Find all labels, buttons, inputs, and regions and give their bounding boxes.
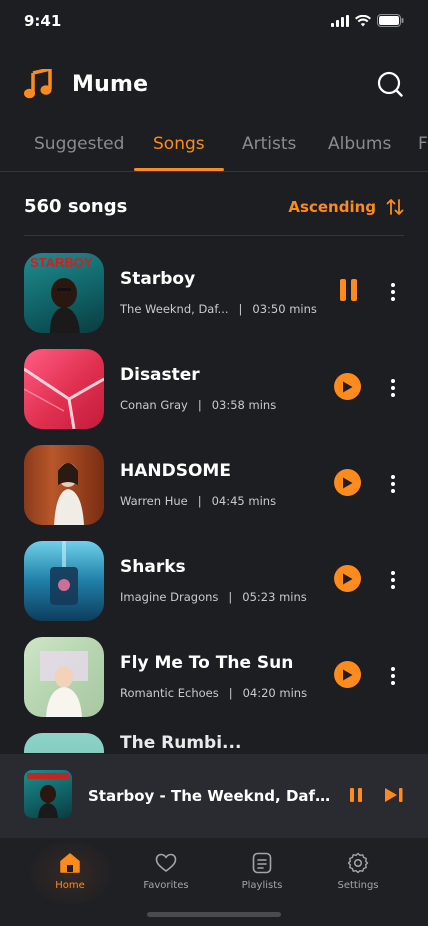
song-title: HANDSOME (120, 461, 231, 481)
mini-player-pause-button[interactable] (350, 788, 362, 802)
status-bar: 9:41 (0, 0, 428, 44)
nav-label: Home (55, 880, 85, 891)
category-tabs: Suggested Songs Artists Albums F (0, 128, 428, 172)
album-art-label: STARBOY (30, 255, 93, 270)
song-duration: 04:20 mins (242, 686, 308, 700)
tab-albums[interactable]: Albums (328, 134, 391, 154)
sort-icon (386, 199, 404, 215)
more-options-icon[interactable] (388, 379, 398, 399)
wifi-icon (355, 14, 371, 26)
play-button[interactable] (334, 661, 361, 688)
home-indicator (147, 912, 281, 917)
skip-next-icon[interactable] (384, 787, 404, 803)
search-button[interactable] (376, 70, 404, 98)
song-title: The Rumbi... (120, 733, 242, 753)
mini-player-art (24, 770, 72, 818)
song-artist: Imagine Dragons (120, 590, 219, 604)
song-artist: Warren Hue (120, 494, 188, 508)
tab-artists[interactable]: Artists (242, 134, 296, 154)
album-art (24, 445, 104, 525)
nav-item-playlists[interactable]: Playlists (222, 852, 302, 904)
song-artist: The Weeknd, Daf... (120, 302, 229, 316)
play-icon (343, 381, 353, 392)
list-item[interactable]: Disaster Conan Gray | 03:58 mins (24, 349, 404, 429)
more-options-icon[interactable] (388, 667, 398, 687)
song-artist: Conan Gray (120, 398, 188, 412)
list-item[interactable]: HANDSOME Warren Hue | 04:45 mins (24, 445, 404, 525)
list-item[interactable]: STARBOY Starboy The Weeknd, Daf... | 03:50… (24, 253, 404, 333)
song-meta: Conan Gray | 03:58 mins (120, 398, 277, 412)
status-icons (331, 14, 404, 27)
mini-player-title: Starboy - The Weeknd, Daft Pu... (88, 787, 336, 805)
song-artist: Romantic Echoes (120, 686, 219, 700)
play-button[interactable] (334, 373, 361, 400)
song-title: Fly Me To The Sun (120, 653, 294, 673)
sort-label: Ascending (288, 198, 376, 216)
play-button[interactable] (334, 565, 361, 592)
play-button[interactable] (334, 469, 361, 496)
more-options-icon[interactable] (388, 283, 398, 303)
tab-songs[interactable]: Songs (153, 134, 205, 154)
music-note-logo-icon (24, 68, 54, 100)
active-tab-indicator (134, 168, 224, 171)
album-art (24, 349, 104, 429)
song-meta: Warren Hue | 04:45 mins (120, 494, 277, 508)
song-title: Sharks (120, 557, 186, 577)
home-icon (60, 853, 80, 873)
nav-label: Favorites (143, 880, 189, 891)
song-meta: The Weeknd, Daf... | 03:50 mins (120, 302, 317, 316)
nav-item-home[interactable]: Home (30, 852, 110, 904)
app-header: Mume (24, 64, 404, 104)
song-list: STARBOY Starboy The Weeknd, Daf... | 03:50… (24, 253, 404, 753)
play-icon (343, 573, 353, 584)
nav-label: Playlists (241, 880, 283, 891)
play-icon (343, 477, 353, 488)
list-item[interactable]: Fly Me To The Sun Romantic Echoes | 04:20 … (24, 637, 404, 717)
song-meta: Imagine Dragons | 05:23 mins (120, 590, 307, 604)
gear-icon (347, 852, 369, 874)
search-icon (377, 71, 403, 97)
play-icon (343, 669, 353, 680)
status-time: 9:41 (24, 12, 62, 30)
album-art (24, 733, 104, 753)
song-title: Disaster (120, 365, 200, 385)
song-duration: 05:23 mins (242, 590, 307, 604)
playlist-icon (252, 852, 272, 874)
mini-player[interactable]: Starboy - The Weeknd, Daft Pu... (0, 754, 428, 838)
nav-label: Settings (337, 880, 379, 891)
song-duration: 03:58 mins (211, 398, 277, 412)
list-item[interactable]: Sharks Imagine Dragons | 05:23 mins (24, 541, 404, 621)
nav-item-settings[interactable]: Settings (318, 852, 398, 904)
album-art: STARBOY (24, 253, 104, 333)
pause-button[interactable] (336, 279, 360, 303)
sort-button[interactable]: Ascending (288, 198, 404, 216)
song-meta: Romantic Echoes | 04:20 mins (120, 686, 308, 700)
heart-icon (155, 853, 177, 872)
tab-suggested[interactable]: Suggested (34, 134, 124, 154)
song-duration: 04:45 mins (211, 494, 277, 508)
signal-icon (331, 14, 349, 27)
list-item[interactable]: The Rumbi... (24, 733, 404, 753)
album-art (24, 541, 104, 621)
app-title: Mume (72, 71, 149, 97)
more-options-icon[interactable] (388, 571, 398, 591)
tab-folders[interactable]: F (418, 134, 428, 154)
song-title: Starboy (120, 269, 196, 289)
songs-summary: 560 songs Ascending (24, 196, 404, 236)
song-duration: 03:50 mins (252, 302, 317, 316)
nav-item-favorites[interactable]: Favorites (126, 852, 206, 904)
more-options-icon[interactable] (388, 475, 398, 495)
battery-icon (377, 14, 404, 27)
album-art (24, 637, 104, 717)
song-count: 560 songs (24, 196, 128, 217)
